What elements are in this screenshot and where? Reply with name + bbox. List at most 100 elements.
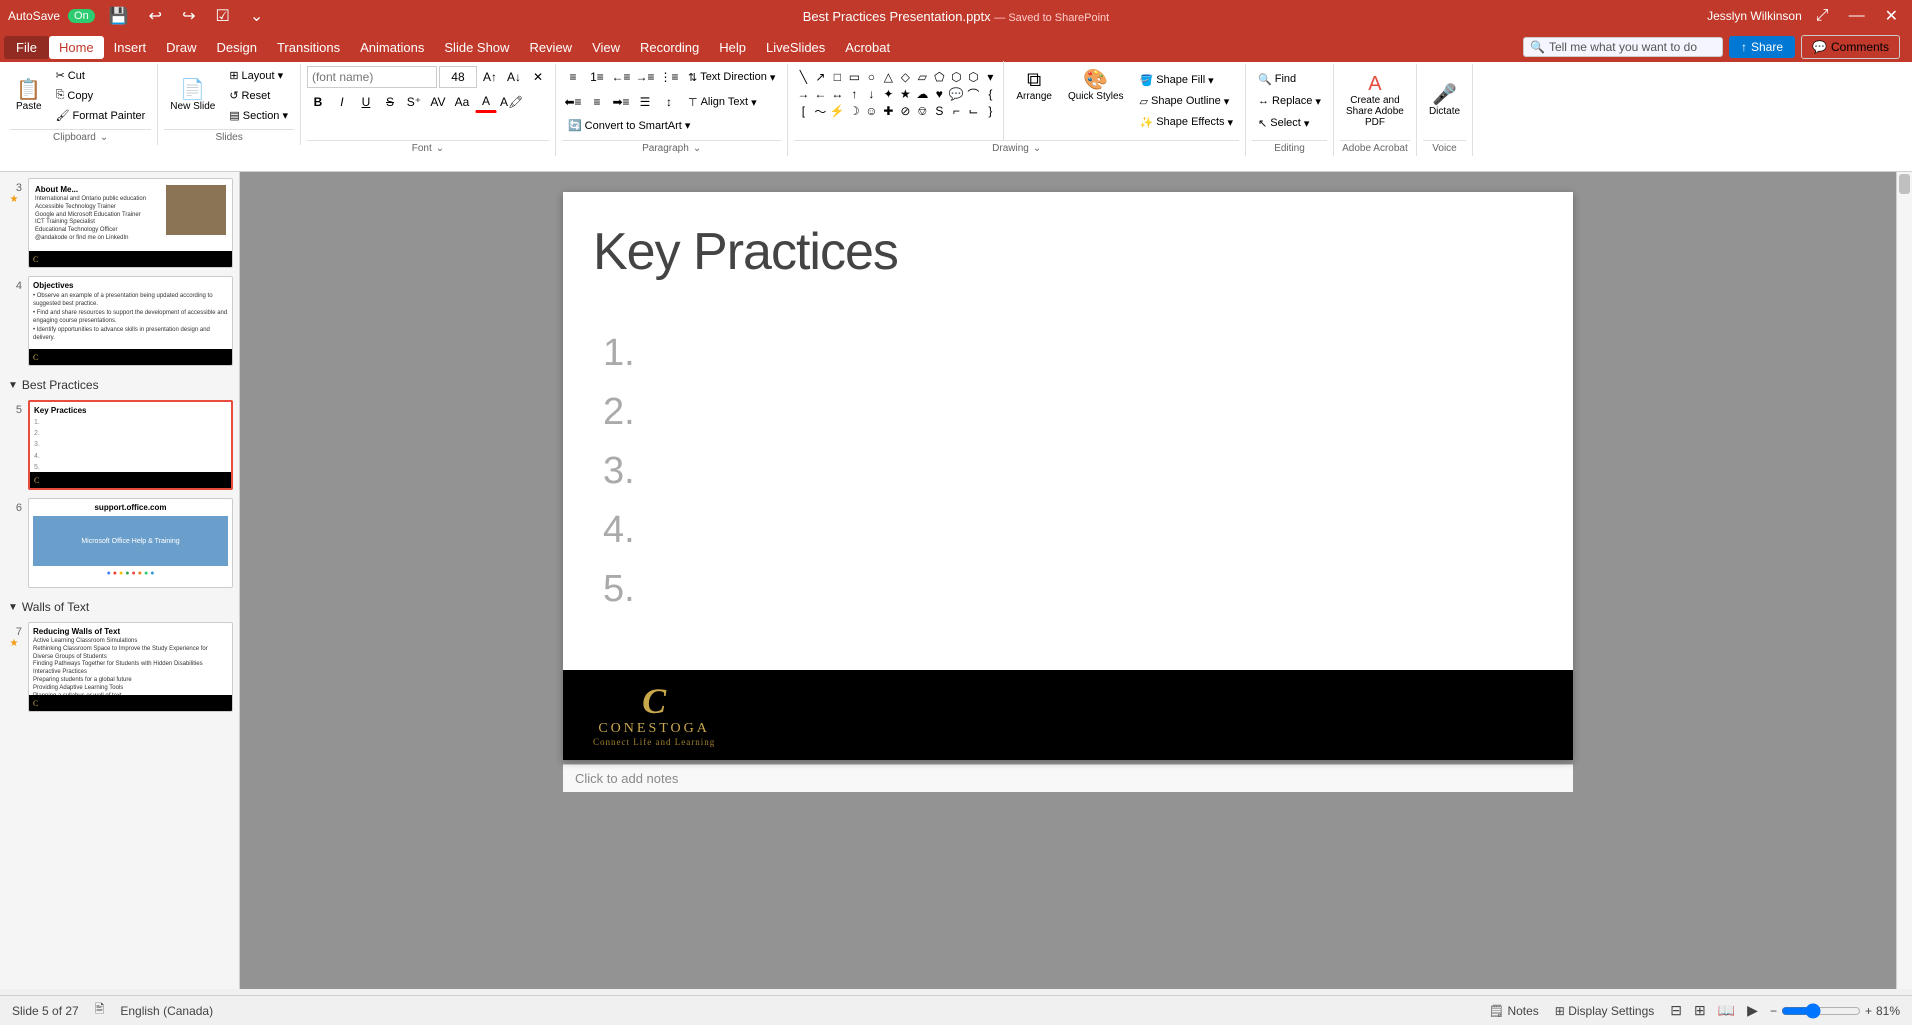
strikethrough-button[interactable]: S (379, 91, 401, 113)
italic-button[interactable]: I (331, 91, 353, 113)
shape-l-bracket[interactable]: [ (794, 102, 812, 120)
find-button[interactable]: 🔍 Find (1252, 70, 1327, 89)
minimize-button[interactable]: — (1843, 5, 1871, 27)
shape-left-arrow[interactable]: ← (811, 85, 829, 103)
shape-no[interactable]: ⊘ (896, 102, 914, 120)
arrange-button[interactable]: ⧉ Arrange (1010, 66, 1058, 106)
format-painter-button[interactable]: 🖌 Format Painter (50, 106, 152, 125)
menu-design[interactable]: Design (207, 36, 267, 59)
quick-styles-button[interactable]: 🎨 Quick Styles (1062, 66, 1130, 106)
shape-double-arrow[interactable]: ↔ (828, 85, 846, 103)
comments-button[interactable]: 💬 Comments (1801, 35, 1900, 59)
share-button[interactable]: ↑ Share (1729, 36, 1795, 58)
shape-pentagon[interactable]: ⬠ (930, 68, 948, 86)
shape-line[interactable]: ╲ (794, 68, 812, 86)
shape-plus[interactable]: ✚ (879, 102, 897, 120)
more-commands-button[interactable]: ⌄ (244, 4, 269, 28)
shape-more[interactable]: ▾ (981, 68, 999, 86)
copy-button[interactable]: ⎘ Copy (50, 86, 152, 105)
shape-diamond[interactable]: ◇ (896, 68, 914, 86)
shape-bracket[interactable]: } (981, 102, 999, 120)
text-direction-button[interactable]: ⇅ Text Direction ▾ (682, 68, 781, 87)
reading-view-button[interactable]: 📖 (1714, 1000, 1739, 1021)
shape-right-arrow[interactable]: → (794, 85, 812, 103)
slide-thumbnail-4[interactable]: Objectives • Observe an example of a pre… (28, 276, 233, 366)
shape-star-5[interactable]: ★ (896, 85, 914, 103)
shape-lightning[interactable]: ⚡ (828, 102, 846, 120)
create-share-pdf-button[interactable]: A Create and Share Adobe PDF (1340, 70, 1410, 132)
shape-arrow[interactable]: ↗ (811, 68, 829, 86)
notes-button[interactable]: 🗒 Notes (1485, 1002, 1543, 1020)
replace-button[interactable]: ↔ Replace ▾ (1252, 92, 1327, 111)
shape-smiley[interactable]: ☺ (862, 102, 880, 120)
cols-button[interactable]: ⋮≡ (658, 66, 680, 88)
shape-parallelogram[interactable]: ▱ (913, 68, 931, 86)
increase-indent-button[interactable]: →≡ (634, 66, 656, 88)
shape-hexagon[interactable]: ⬡ (947, 68, 965, 86)
line-spacing-button[interactable]: ↕ (658, 91, 680, 113)
zoom-out-icon[interactable]: − (1770, 1004, 1777, 1018)
cut-button[interactable]: ✂ Cut (50, 66, 152, 85)
menu-recording[interactable]: Recording (630, 36, 709, 59)
font-expand-icon[interactable]: ⌄ (436, 143, 444, 154)
justify-button[interactable]: ☰ (634, 91, 656, 113)
font-name-input[interactable] (307, 66, 437, 88)
menu-slideshow[interactable]: Slide Show (434, 36, 519, 59)
shape-s-curve[interactable]: S (930, 102, 948, 120)
shape-cloud[interactable]: ☁ (913, 85, 931, 103)
menu-file[interactable]: File (4, 36, 49, 59)
scroll-thumb[interactable] (1899, 174, 1910, 194)
normal-view-button[interactable]: ⊟ (1666, 1000, 1686, 1021)
reset-button[interactable]: ↺ Reset (223, 86, 294, 105)
shape-moon[interactable]: ☽ (845, 102, 863, 120)
bold-button[interactable]: B (307, 91, 329, 113)
notes-area[interactable]: Click to add notes (563, 764, 1573, 792)
search-box[interactable]: 🔍 Tell me what you want to do (1523, 37, 1723, 57)
undo-button[interactable]: ↩ (143, 4, 168, 28)
bullets-button[interactable]: ≡ (562, 66, 584, 88)
shape-oval[interactable]: ○ (862, 68, 880, 86)
clear-format-button[interactable]: ✕ (527, 66, 549, 88)
align-left-button[interactable]: ⬅≡ (562, 91, 584, 113)
slide-thumbnail-3[interactable]: About Me... International and Ontario pu… (28, 178, 233, 268)
shape-octagon[interactable]: ⬡ (964, 68, 982, 86)
zoom-level[interactable]: 81% (1876, 1004, 1900, 1018)
align-text-button[interactable]: ⊤ Align Text ▾ (682, 93, 763, 112)
accessibility-button[interactable]: ☑ (209, 4, 235, 28)
shape-triangle[interactable]: △ (879, 68, 897, 86)
autosave-toggle[interactable]: On (68, 9, 95, 23)
menu-draw[interactable]: Draw (156, 36, 206, 59)
display-settings-button[interactable]: ⊞ Display Settings (1551, 1002, 1658, 1020)
shape-elbow[interactable]: ⌐ (947, 102, 965, 120)
redo-button[interactable]: ↪ (176, 4, 201, 28)
increase-font-button[interactable]: A↑ (479, 66, 501, 88)
section-walls-of-text[interactable]: ▼ Walls of Text (4, 598, 235, 616)
shape-brace[interactable]: { (981, 85, 999, 103)
paragraph-expand-icon[interactable]: ⌄ (693, 143, 701, 154)
shape-heart[interactable]: ♥ (930, 85, 948, 103)
menu-insert[interactable]: Insert (104, 36, 157, 59)
convert-smartart-button[interactable]: 🔄 Convert to SmartArt ▾ (562, 116, 696, 135)
slide-thumbnail-6[interactable]: support.office.com Microsoft Office Help… (28, 498, 233, 588)
layout-button[interactable]: ⊞ Layout ▾ (223, 66, 294, 85)
section-button[interactable]: ▤ Section ▾ (223, 106, 294, 125)
menu-animations[interactable]: Animations (350, 36, 434, 59)
char-spacing-button[interactable]: AV (427, 91, 449, 113)
restore-button[interactable]: ⤢ (1810, 5, 1835, 27)
menu-review[interactable]: Review (519, 36, 582, 59)
menu-view[interactable]: View (582, 36, 630, 59)
slide-notes-icon[interactable]: 🖹 (91, 998, 109, 1023)
select-button[interactable]: ↖ Select ▾ (1252, 114, 1327, 133)
shape-fill-button[interactable]: 🪣 Shape Fill ▾ (1134, 71, 1240, 90)
decrease-font-button[interactable]: A↓ (503, 66, 525, 88)
menu-help[interactable]: Help (709, 36, 756, 59)
menu-acrobat[interactable]: Acrobat (835, 36, 900, 59)
decrease-indent-button[interactable]: ←≡ (610, 66, 632, 88)
save-button[interactable]: 💾 (103, 4, 135, 28)
slide-sorter-button[interactable]: ⊞ (1690, 1000, 1710, 1021)
underline-button[interactable]: U (355, 91, 377, 113)
align-right-button[interactable]: ➡≡ (610, 91, 632, 113)
change-case-button[interactable]: Aa (451, 91, 473, 113)
shape-effects-button[interactable]: ✨ Shape Effects ▾ (1134, 113, 1240, 132)
shape-down-arrow[interactable]: ↓ (862, 85, 880, 103)
